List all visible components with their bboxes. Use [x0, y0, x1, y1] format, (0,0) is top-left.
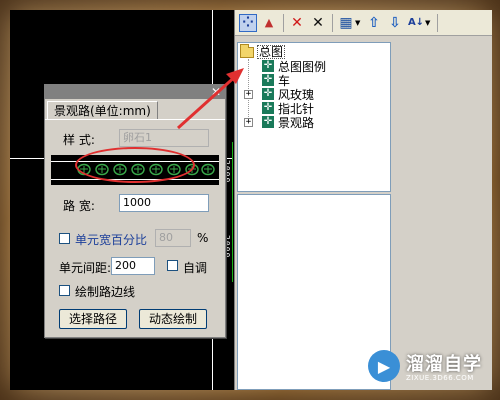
delete-red-icon[interactable]: ✕ [288, 14, 306, 32]
landscape-road-dialog: ✕ 景观路(单位:mm) 样 式: 卵石1 路 宽: 1000 单元宽百分比 8… [44, 84, 226, 338]
dynamic-draw-button[interactable]: 动态绘制 [139, 309, 207, 329]
tree-symbol-icon [167, 163, 181, 176]
dialog-titlebar[interactable]: ✕ [45, 85, 225, 99]
chevron-down-icon[interactable]: ▼ [355, 19, 362, 27]
layer-icon: ✛ [262, 102, 274, 114]
draw-edge-label: 绘制路边线 [75, 285, 136, 299]
layer-icon: ✛ [262, 116, 274, 128]
style-preview [51, 155, 219, 185]
scatter-points-icon[interactable]: ⁘ [239, 13, 257, 32]
tree-item-label: 景观路 [278, 115, 315, 130]
grid-view-icon[interactable]: ▦ [337, 14, 355, 32]
tree-symbol-icon [185, 163, 199, 176]
toolbar-separator [283, 13, 284, 32]
toolbar-separator [332, 13, 333, 32]
expand-icon[interactable]: + [244, 89, 253, 99]
layer-icon: ✛ [262, 60, 274, 72]
preview-edge-top [51, 161, 219, 162]
cad-road-edge-right [232, 142, 233, 282]
tree-symbol-icon [113, 163, 127, 176]
watermark-url: ZIXUE.3D66.COM [406, 374, 474, 382]
layer-tree: 总图 ✛ 总图图例 ✛ 车 + ✛ 风玫瑰 ✛ 指北针 + ✛ 景观路 [237, 42, 391, 192]
preview-edge-bottom [51, 179, 219, 180]
percent-label: 单元宽百分比 [75, 233, 148, 247]
draw-edge-checkbox[interactable] [59, 285, 70, 296]
width-input[interactable]: 1000 [119, 194, 209, 212]
percent-checkbox[interactable] [59, 233, 70, 244]
triangle-points-icon[interactable]: ▲ [260, 14, 278, 32]
layer-icon: ✛ [262, 74, 274, 86]
percent-input[interactable]: 80 [155, 229, 191, 247]
tree-item[interactable]: + ✛ 景观路 [244, 115, 315, 130]
tree-item[interactable]: ✛ 总图图例 [262, 59, 326, 74]
tree-symbol-icon [95, 163, 109, 176]
folder-icon [240, 43, 254, 58]
select-path-button[interactable]: 选择路径 [59, 309, 127, 329]
auto-adjust-checkbox[interactable] [167, 260, 178, 271]
tree-symbol-icon [131, 163, 145, 176]
dialog-tab[interactable]: 景观路(单位:mm) [47, 101, 158, 120]
spacing-label: 单元间距: [59, 261, 112, 275]
watermark-title: 溜溜自学 [406, 354, 482, 375]
move-up-icon[interactable]: ⇧ [365, 14, 383, 32]
layer-panel: ⁘ ▲ ✕ ✕ ▦ ▼ ⇧ ⇩ A↓ ▼ 总图 ✛ 总图图例 ✛ 车 + ✛ 风… [234, 10, 492, 390]
cad-screen: 2000 2000 ⁘ ▲ ✕ ✕ ▦ ▼ ⇧ ⇩ A↓ ▼ 总图 ✛ 总图图例… [10, 10, 492, 390]
percent-unit: % [197, 231, 209, 245]
chevron-down-icon[interactable]: ▼ [425, 19, 432, 27]
layer-toolbar: ⁘ ▲ ✕ ✕ ▦ ▼ ⇧ ⇩ A↓ ▼ [235, 10, 492, 36]
tree-symbol-icon [149, 163, 163, 176]
style-field[interactable]: 卵石1 [119, 129, 209, 147]
play-logo-icon: ▶ [368, 350, 400, 382]
watermark: ▶ 溜溜自学 ZIXUE.3D66.COM [362, 344, 490, 390]
close-icon[interactable]: ✕ [210, 86, 222, 98]
move-down-icon[interactable]: ⇩ [386, 14, 404, 32]
layer-icon: ✛ [262, 88, 274, 100]
tree-symbol-icon [77, 163, 91, 176]
auto-adjust-label: 自调 [183, 261, 208, 275]
delete-black-icon[interactable]: ✕ [309, 14, 327, 32]
tab-divider [45, 119, 225, 120]
toolbar-separator [437, 13, 438, 32]
width-label: 路 宽: [63, 199, 95, 213]
sort-az-icon[interactable]: A↓ [407, 14, 425, 32]
style-label: 样 式: [63, 133, 95, 147]
tree-symbol-icon [201, 163, 215, 176]
spacing-input[interactable]: 200 [111, 257, 155, 275]
expand-icon[interactable]: + [244, 117, 253, 127]
